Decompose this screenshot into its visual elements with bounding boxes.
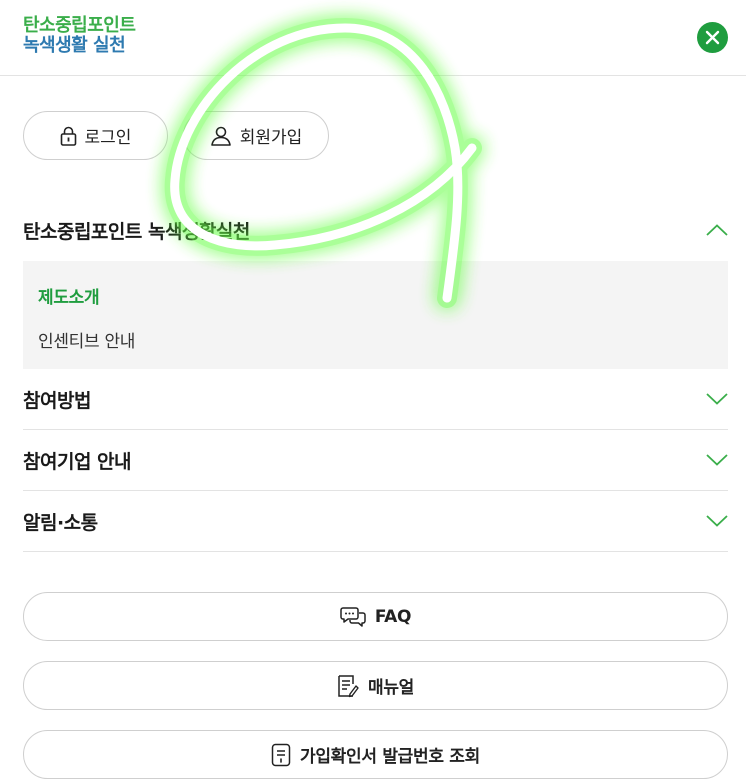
menu-section-label: 참여방법 [23, 389, 91, 412]
user-icon [210, 126, 231, 146]
chevron-up-icon [706, 224, 728, 236]
chevron-down-icon [706, 454, 728, 466]
close-icon [705, 30, 720, 45]
logo-line-2: 녹색생활 실천 [23, 35, 126, 56]
menu-section-companies[interactable]: 참여기업 안내 [23, 430, 728, 490]
signup-button[interactable]: 회원가입 [183, 111, 329, 160]
close-button[interactable] [697, 22, 728, 53]
submenu-item-incentive[interactable]: 인센티브 안내 [38, 327, 135, 352]
login-button[interactable]: 로그인 [23, 111, 168, 160]
certificate-lookup-button[interactable]: 가입확인서 발급번호 조회 [23, 730, 728, 779]
certificate-label: 가입확인서 발급번호 조회 [300, 747, 480, 767]
menu-section-notice[interactable]: 알림·소통 [23, 491, 728, 551]
submenu-panel: 제도소개 인센티브 안내 [23, 261, 728, 369]
faq-button[interactable]: FAQ [23, 592, 728, 641]
header: 탄소중립포인트 녹색생활 실천 [0, 0, 746, 76]
certificate-icon [271, 743, 291, 766]
menu-section-carbon-point[interactable]: 탄소중립포인트 녹색생활실천 [23, 200, 728, 260]
menu-section-label: 탄소중립포인트 녹색생활실천 [23, 220, 250, 243]
manual-button[interactable]: 매뉴얼 [23, 661, 728, 710]
site-logo[interactable]: 탄소중립포인트 녹색생활 실천 [23, 15, 136, 56]
logo-line-1: 탄소중립포인트 [23, 15, 136, 36]
menu-section-label: 참여기업 안내 [23, 450, 132, 473]
faq-label: FAQ [374, 606, 412, 627]
divider [23, 551, 728, 552]
submenu-item-system-intro[interactable]: 제도소개 [38, 283, 100, 308]
menu-section-label: 알림·소통 [23, 511, 98, 534]
menu-section-how-to-participate[interactable]: 참여방법 [23, 369, 728, 429]
chevron-down-icon [706, 515, 728, 527]
signup-label: 회원가입 [239, 128, 303, 148]
document-edit-icon [338, 674, 359, 697]
chat-bubbles-icon [340, 606, 366, 627]
chevron-down-icon [706, 393, 728, 405]
lock-icon [60, 126, 76, 146]
login-label: 로그인 [84, 128, 132, 148]
manual-label: 매뉴얼 [367, 678, 415, 698]
